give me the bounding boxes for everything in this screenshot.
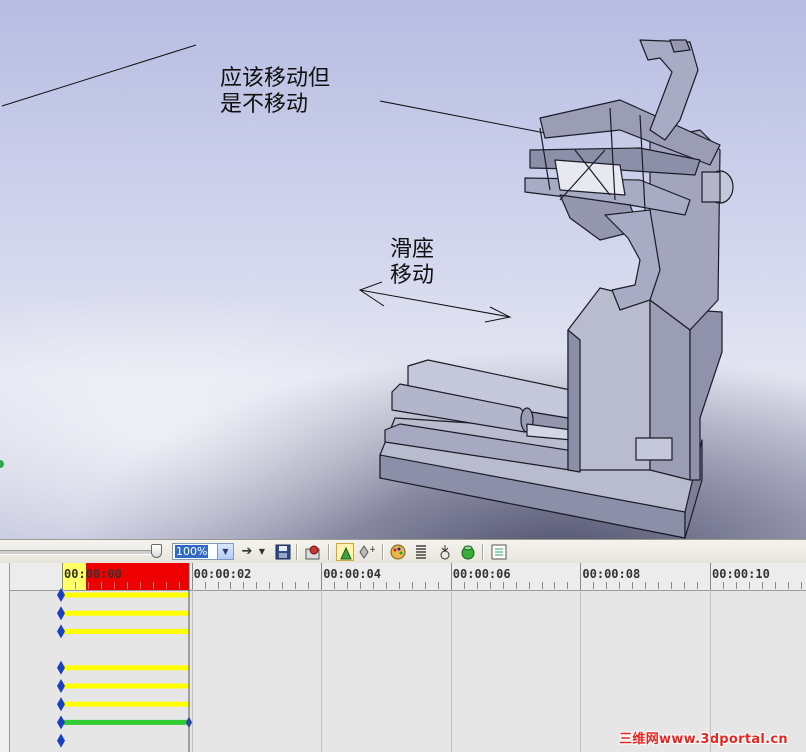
- settings-icon[interactable]: [304, 543, 322, 561]
- timeline-panel[interactable]: 00:00:00 00:00:02 00:00:04 00:00:06 00:00:08…: [0, 563, 806, 752]
- timeline-gridline: [450, 590, 452, 752]
- zoom-value: 100%: [175, 545, 209, 558]
- save-icon[interactable]: [274, 543, 292, 561]
- track-bar[interactable]: [61, 683, 189, 689]
- timeline-gridline: [321, 590, 323, 752]
- watermark: 三维网www.3dportal.cn: [619, 732, 788, 747]
- palette-icon[interactable]: [389, 543, 407, 561]
- annotation-leader-line: [379, 100, 546, 134]
- toolbar-separator: [482, 544, 484, 560]
- track-bar[interactable]: [61, 701, 189, 707]
- timeline-gridline: [710, 590, 711, 752]
- keyframe-diamond[interactable]: [57, 624, 65, 639]
- keyframe-diamond[interactable]: [57, 715, 65, 730]
- track-bar[interactable]: [61, 592, 189, 598]
- chevron-down-icon[interactable]: ▼: [217, 544, 233, 559]
- svg-text:+: +: [369, 545, 375, 555]
- animation-wizard-icon[interactable]: [336, 543, 354, 561]
- animation-toolbar: 100% ▼ ➔ ▼ +: [0, 539, 806, 563]
- timeline-gridline: [580, 590, 582, 752]
- toolbar-separator: [328, 544, 330, 560]
- track-bar[interactable]: [61, 719, 189, 725]
- spring-icon[interactable]: [412, 543, 430, 561]
- playback-slider-track[interactable]: [0, 550, 158, 555]
- keyframe-diamond[interactable]: [57, 606, 65, 621]
- gravity-icon[interactable]: [436, 543, 454, 561]
- arrow-right-icon[interactable]: ➔: [238, 543, 256, 561]
- slider-thumb-icon[interactable]: [151, 544, 162, 558]
- double-arrow-icon: [358, 281, 512, 323]
- keyframe-diamond[interactable]: [57, 679, 65, 693]
- keyframe-diamond[interactable]: [57, 660, 65, 675]
- timeline-tracks[interactable]: [0, 563, 806, 752]
- keyframe-diamond[interactable]: [57, 697, 65, 712]
- keyframe-diamond[interactable]: [57, 588, 65, 602]
- track-bar[interactable]: [61, 628, 189, 634]
- graphics-viewport[interactable]: 应该移动但 是不移动 滑座 移动: [0, 0, 806, 539]
- axis-marker-icon: [0, 460, 4, 468]
- toolbar-separator: [382, 544, 384, 560]
- add-key-icon[interactable]: +: [358, 543, 376, 561]
- annotation-slide-move: 滑座 移动: [390, 237, 435, 288]
- results-icon[interactable]: [490, 543, 508, 561]
- contact-icon[interactable]: [459, 543, 477, 561]
- track-bar[interactable]: [61, 610, 189, 616]
- annotation-line-left: [1, 44, 197, 107]
- dropdown-arrow-icon[interactable]: ▼: [257, 543, 267, 561]
- keyframe-diamond[interactable]: [57, 733, 65, 748]
- zoom-select[interactable]: 100% ▼: [172, 543, 234, 560]
- timeline-gridline: [191, 590, 193, 752]
- track-bar[interactable]: [61, 665, 189, 671]
- toolbar-separator: [296, 544, 298, 560]
- mechanism-model[interactable]: [379, 39, 734, 539]
- annotation-should-move: 应该移动但 是不移动: [220, 66, 331, 117]
